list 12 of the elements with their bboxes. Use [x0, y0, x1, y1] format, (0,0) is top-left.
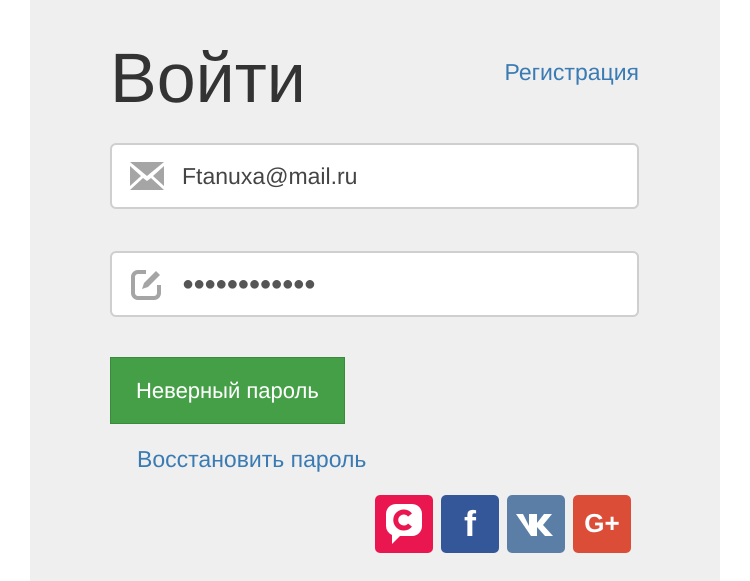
page-title: Войти [110, 43, 306, 113]
register-link[interactable]: Регистрация [504, 55, 639, 90]
password-field[interactable]: ●●●●●●●●●●●● [110, 251, 639, 317]
email-field[interactable]: Ftanuxa@mail.ru [110, 143, 639, 209]
vk-icon[interactable] [507, 494, 565, 552]
restore-password-link[interactable]: Восстановить пароль [137, 446, 366, 472]
google-button[interactable]: G+ [573, 494, 631, 552]
edit-icon [130, 267, 164, 301]
chat-icon[interactable] [375, 494, 433, 552]
envelope-icon [130, 162, 164, 190]
submit-button[interactable]: Неверный пароль [110, 357, 345, 424]
facebook-button[interactable]: f [441, 494, 499, 552]
